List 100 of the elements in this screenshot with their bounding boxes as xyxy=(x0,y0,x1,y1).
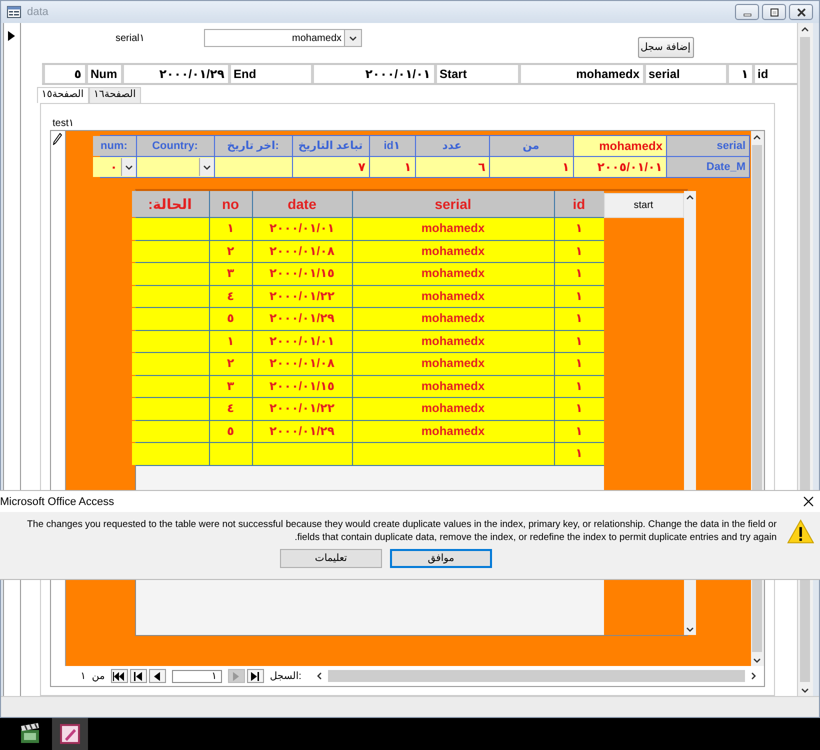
table-cell: mohamedx xyxy=(352,420,554,442)
record-label: السجل: xyxy=(270,670,302,682)
table-cell: ١ xyxy=(210,330,252,352)
new-record-button[interactable] xyxy=(110,669,128,683)
add-record-button[interactable]: إضافة سجل xyxy=(638,37,694,58)
serial-combo[interactable]: mohamedx xyxy=(204,29,362,47)
table-cell: ٢ xyxy=(210,240,252,262)
table-cell: ١ xyxy=(554,308,604,330)
pencil-icon xyxy=(53,133,62,145)
field-label: من xyxy=(490,136,572,156)
field-label: Date_M xyxy=(666,157,748,177)
page-tab[interactable]: الصفحة١٦ xyxy=(88,87,141,103)
close-button[interactable] xyxy=(789,4,813,20)
table-cell: ٢٠٠٠/٠١/١٥ xyxy=(252,263,352,284)
table-cell: ٤ xyxy=(210,286,252,307)
field-value[interactable]: ٢٠٠٥/٠١/٠١ xyxy=(574,157,666,177)
table-cell: ١ xyxy=(554,420,604,442)
combo-field[interactable] xyxy=(136,157,214,177)
new-record-icon xyxy=(113,672,126,680)
field-value: ٢٠٠٠/٠١/٢٩ xyxy=(120,65,228,83)
field-value[interactable]: ١ xyxy=(490,157,572,177)
column-header[interactable]: date xyxy=(252,191,352,217)
field-label: id١ xyxy=(370,136,414,156)
record-total: ١ xyxy=(80,670,86,682)
field-value[interactable] xyxy=(214,157,292,177)
dialog-button[interactable]: موافق xyxy=(390,549,492,568)
column-header[interactable]: no xyxy=(210,191,252,217)
page-tab[interactable]: الصفحة١٥ xyxy=(36,87,89,103)
table-cell: ٤ xyxy=(210,398,252,420)
field-label: تباعد التاريخ xyxy=(292,136,368,156)
field-label: Country: xyxy=(136,136,214,156)
dialog-title: Microsoft Office Access xyxy=(0,496,114,508)
table-cell: ١ xyxy=(554,443,604,464)
table-cell: mohamedx xyxy=(352,376,554,397)
field-label: اخر تاريخ: xyxy=(214,136,292,156)
field-label: عدد xyxy=(416,136,488,156)
record-number-field[interactable]: ١ xyxy=(172,670,222,682)
table-cell: ٥ xyxy=(210,308,252,330)
error-message: The changes you requested to the table were not successful because they would create duplicate values in the index, primary key, or relationship. Change the data in the field or fields that contain duplicate data, remove the index, or redefine the index to permit duplicate entries and try again. xyxy=(26,518,777,544)
field-label: Num xyxy=(84,65,120,83)
table-cell: ٢٠٠٠/٠١/٠١ xyxy=(252,330,352,352)
close-icon[interactable] xyxy=(803,496,814,507)
form-icon xyxy=(7,6,21,18)
table-cell: ٢٠٠٠/٠١/١٥ xyxy=(252,376,352,397)
field-value[interactable]: mohamedx xyxy=(574,136,666,156)
serial-label: serial١ xyxy=(116,33,146,44)
table-cell: ١ xyxy=(554,376,604,397)
table-cell: mohamedx xyxy=(352,330,554,352)
field-label: serial xyxy=(642,65,726,83)
table-cell: ١ xyxy=(554,218,604,240)
table-cell xyxy=(210,443,252,464)
table-cell: ٢٠٠٠/٠١/٢٢ xyxy=(252,286,352,307)
of-label: من xyxy=(92,670,105,682)
field-label: serial xyxy=(666,136,748,156)
taskbar-app[interactable] xyxy=(52,718,88,750)
table-cell: mohamedx xyxy=(352,286,554,307)
table-cell: ٢٠٠٠/٠١/٢٩ xyxy=(252,308,352,330)
field-label: End xyxy=(228,65,310,83)
table-cell: mohamedx xyxy=(352,353,554,374)
field-value[interactable]: ٦ xyxy=(416,157,488,177)
field-value: mohamedx xyxy=(518,65,642,83)
table-cell: ١ xyxy=(554,398,604,420)
table-cell: mohamedx xyxy=(352,263,554,284)
table-cell: ١ xyxy=(554,330,604,352)
minimize-button[interactable] xyxy=(735,4,759,20)
start-button[interactable]: start xyxy=(604,193,684,218)
table-cell: mohamedx xyxy=(352,240,554,262)
column-header[interactable]: id xyxy=(554,191,604,217)
clapperboard-icon xyxy=(19,723,41,745)
restore-icon xyxy=(770,8,778,16)
next-record-button[interactable] xyxy=(148,669,166,683)
column-header[interactable]: الحالة: xyxy=(132,191,208,217)
table-cell: ٢٠٠٠/٠١/٠١ xyxy=(252,218,352,240)
table-cell: ٢٠٠٠/٠١/٢٩ xyxy=(252,420,352,442)
table-cell: mohamedx xyxy=(352,398,554,420)
last-record-icon xyxy=(132,672,144,680)
table-cell: ٣ xyxy=(210,263,252,284)
table-cell: ٢٠٠٠/٠١/٢٢ xyxy=(252,398,352,420)
dialog-button[interactable]: تعليمات xyxy=(280,549,382,568)
table-cell: ١ xyxy=(210,218,252,240)
current-record-icon xyxy=(8,31,16,41)
field-value: ٢٠٠٠/٠١/٠١ xyxy=(310,65,434,83)
field-value[interactable]: ١ xyxy=(370,157,414,177)
combo-field[interactable]: ٠ xyxy=(92,157,136,177)
table-cell: ٢٠٠٠/٠١/٠٨ xyxy=(252,240,352,262)
window-title: data xyxy=(27,6,50,18)
column-header[interactable]: serial xyxy=(352,191,554,217)
field-value: ٥ xyxy=(42,65,84,83)
last-record-button[interactable] xyxy=(130,669,147,683)
table-cell: ١ xyxy=(554,286,604,307)
table-cell: ١ xyxy=(554,240,604,262)
first-record-button[interactable] xyxy=(246,669,264,683)
table-cell: mohamedx xyxy=(352,308,554,330)
field-value[interactable]: ٧ xyxy=(292,157,368,177)
restore-button[interactable] xyxy=(762,4,786,20)
first-record-icon xyxy=(249,672,262,680)
table-cell: ١ xyxy=(554,353,604,374)
table-cell: ١ xyxy=(554,263,604,284)
close-icon xyxy=(796,8,806,16)
table-cell: ٢ xyxy=(210,353,252,374)
